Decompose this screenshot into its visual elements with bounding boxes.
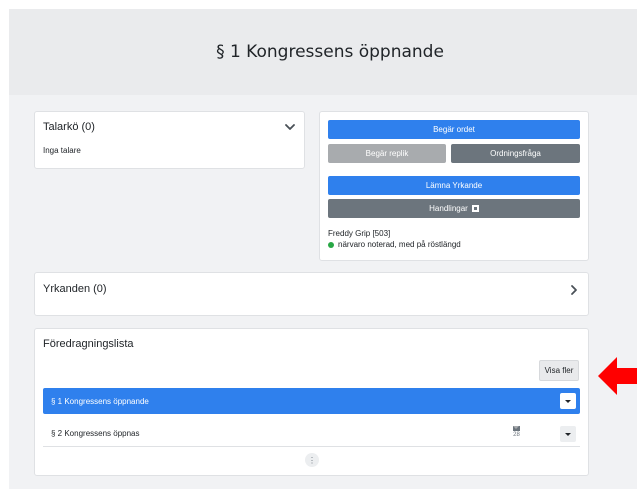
motions-title: Yrkanden (0): [43, 283, 107, 295]
agenda-title: Föredragningslista: [43, 338, 134, 350]
agenda-item[interactable]: § 2 Kongressens öppnas 28: [43, 421, 580, 447]
point-of-order-button[interactable]: Ordningsfråga: [451, 144, 580, 163]
presence-status: närvaro noterad, med på röstlängd: [328, 240, 461, 249]
speaker-queue-empty: Inga talare: [43, 146, 81, 155]
agenda-item-label: § 1 Kongressens öppnande: [51, 396, 149, 406]
speaker-queue-card: Talarkö (0) Inga talare: [34, 111, 305, 169]
attachments-indicator: 28: [513, 426, 520, 438]
caret-down-icon: [565, 432, 571, 436]
motions-card[interactable]: Yrkanden (0): [34, 272, 589, 316]
agenda-item[interactable]: § 1 Kongressens öppnande: [43, 388, 580, 414]
chevron-down-icon[interactable]: [283, 120, 297, 134]
page-title: § 1 Kongressens öppnande: [216, 42, 444, 62]
presence-text: närvaro noterad, med på röstlängd: [338, 240, 461, 249]
user-name: Freddy Grip [503]: [328, 229, 391, 238]
red-arrow-icon: [598, 357, 637, 395]
agenda-card: Föredragningslista Visa fler § 1 Kongres…: [34, 328, 589, 476]
agenda-item-label: § 2 Kongressens öppnas: [51, 429, 140, 438]
speaker-queue-title: Talarkö (0): [43, 121, 95, 133]
external-link-icon: [471, 205, 479, 212]
agenda-item-menu-button[interactable]: [560, 426, 576, 442]
caret-down-icon: [565, 399, 571, 403]
action-panel: Begär ordet Begär replik Ordningsfråga L…: [319, 111, 589, 261]
envelope-icon: [513, 426, 520, 431]
documents-label: Handlingar: [429, 204, 468, 213]
request-reply-button[interactable]: Begär replik: [328, 144, 446, 163]
documents-button[interactable]: Handlingar: [328, 199, 580, 218]
request-floor-button[interactable]: Begär ordet: [328, 120, 580, 139]
page-header: § 1 Kongressens öppnande: [9, 9, 637, 95]
chevron-right-icon[interactable]: [568, 283, 580, 297]
show-more-button[interactable]: Visa fler: [539, 360, 579, 381]
attachments-count: 28: [513, 432, 520, 438]
vertical-ellipsis-icon[interactable]: ⋮: [305, 453, 319, 467]
status-dot-icon: [328, 241, 334, 248]
submit-motion-button[interactable]: Lämna Yrkande: [328, 176, 580, 195]
agenda-item-menu-button[interactable]: [560, 393, 576, 409]
